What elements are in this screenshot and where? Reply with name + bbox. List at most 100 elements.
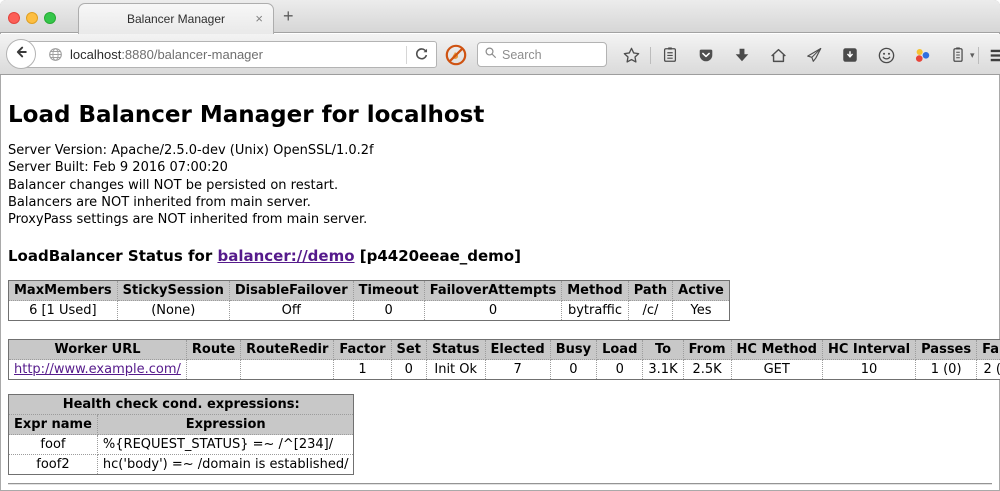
send-plane-icon[interactable]	[804, 45, 824, 65]
reload-button[interactable]	[414, 47, 429, 62]
expression-cell: hc('body') =~ /domain is established/	[97, 455, 354, 475]
to-cell: 3.1K	[643, 360, 683, 380]
url-bar[interactable]: localhost:8880/balancer-manager	[21, 41, 437, 68]
disablefailover-cell: Off	[229, 301, 353, 321]
server-version-line: Server Version: Apache/2.5.0-dev (Unix) …	[8, 142, 992, 159]
page-content: Load Balancer Manager for localhost Serv…	[0, 76, 1000, 485]
column-header: Path	[628, 281, 672, 301]
hc-interval-cell: 10	[822, 360, 915, 380]
balancer-demo-link[interactable]: balancer://demo	[217, 247, 354, 265]
browser-window: Balancer Manager × + localhost:8880/bala…	[0, 0, 1000, 491]
toolbar-icons: ▾	[613, 41, 1000, 69]
passes-cell: 1 (0)	[916, 360, 977, 380]
load-cell: 0	[597, 360, 643, 380]
minimize-window-button[interactable]	[26, 12, 38, 24]
column-header: Expr name	[9, 415, 98, 435]
column-header: Set	[391, 340, 426, 360]
expr-name-cell: foof	[9, 435, 98, 455]
column-header: MaxMembers	[9, 281, 118, 301]
status-cell: Init Ok	[426, 360, 485, 380]
column-header: Elected	[485, 340, 550, 360]
column-header: DisableFailover	[229, 281, 353, 301]
method-cell: bytraffic	[562, 301, 628, 321]
search-input[interactable]	[502, 48, 598, 62]
worker-url-cell: http://www.example.com/	[9, 360, 187, 380]
column-header: HC Interval	[822, 340, 915, 360]
column-header: To	[643, 340, 683, 360]
titlebar: Balancer Manager × +	[0, 0, 1000, 33]
clipboard-extension-icon[interactable]	[948, 45, 968, 65]
table-row: foof %{REQUEST_STATUS} =~ /^[234]/	[9, 435, 354, 455]
health-check-table-title: Health check cond. expressions:	[9, 395, 354, 415]
column-header: Fails	[977, 340, 1000, 360]
factor-cell: 1	[334, 360, 391, 380]
worker-table: Worker URL Route RouteRedir Factor Set S…	[8, 339, 1000, 380]
table-header-row: Expr name Expression	[9, 415, 354, 435]
column-header: Busy	[550, 340, 596, 360]
pocket-icon[interactable]	[696, 45, 716, 65]
table-row: 6 [1 Used] (None) Off 0 0 bytraffic /c/ …	[9, 301, 730, 321]
notice-line: Balancer changes will NOT be persisted o…	[8, 177, 992, 194]
page-title: Load Balancer Manager for localhost	[8, 102, 992, 128]
content-blocked-icon[interactable]	[444, 43, 468, 72]
close-window-button[interactable]	[8, 12, 20, 24]
loadbalancer-status-heading: LoadBalancer Status for balancer://demo …	[8, 247, 992, 265]
from-cell: 2.5K	[683, 360, 731, 380]
video-download-icon[interactable]	[840, 45, 860, 65]
column-header: FailoverAttempts	[424, 281, 562, 301]
dropdown-caret-icon[interactable]: ▾	[970, 50, 975, 61]
url-text[interactable]: localhost:8880/balancer-manager	[70, 47, 263, 62]
column-header: RouteRedir	[241, 340, 334, 360]
routeredir-cell	[241, 360, 334, 380]
page-bottom-rule	[8, 483, 992, 485]
server-info: Server Version: Apache/2.5.0-dev (Unix) …	[8, 142, 992, 176]
worker-url-link[interactable]: http://www.example.com/	[14, 362, 181, 377]
back-arrow-icon	[13, 44, 29, 65]
column-header: Method	[562, 281, 628, 301]
hc-method-cell: GET	[731, 360, 822, 380]
toolbar-divider	[978, 47, 979, 64]
server-notices: Balancer changes will NOT be persisted o…	[8, 177, 992, 228]
column-header: HC Method	[731, 340, 822, 360]
busy-cell: 0	[550, 360, 596, 380]
column-header: Worker URL	[9, 340, 187, 360]
site-identity-globe-icon[interactable]	[48, 47, 63, 62]
active-cell: Yes	[673, 301, 730, 321]
column-header: Load	[597, 340, 643, 360]
route-cell	[186, 360, 240, 380]
table-header-row: Worker URL Route RouteRedir Factor Set S…	[9, 340, 1000, 360]
notice-line: Balancers are NOT inherited from main se…	[8, 194, 992, 211]
set-cell: 0	[391, 360, 426, 380]
back-button[interactable]	[6, 39, 36, 69]
column-header: Status	[426, 340, 485, 360]
reading-list-icon[interactable]	[660, 45, 680, 65]
feedback-smiley-icon[interactable]	[876, 45, 896, 65]
column-header: Route	[186, 340, 240, 360]
new-tab-button[interactable]: +	[283, 6, 294, 27]
column-header: Timeout	[353, 281, 424, 301]
toolbar-divider	[650, 47, 651, 64]
downloads-icon[interactable]	[732, 45, 752, 65]
notice-line: ProxyPass settings are NOT inherited fro…	[8, 211, 992, 228]
fails-cell: 2 (0)	[977, 360, 1000, 380]
table-header-row: MaxMembers StickySession DisableFailover…	[9, 281, 730, 301]
status-heading-prefix: LoadBalancer Status for	[8, 247, 217, 265]
column-header: StickySession	[117, 281, 229, 301]
balancer-settings-table: MaxMembers StickySession DisableFailover…	[8, 280, 730, 321]
column-header: From	[683, 340, 731, 360]
zoom-window-button[interactable]	[44, 12, 56, 24]
column-header: Active	[673, 281, 730, 301]
navigation-toolbar: localhost:8880/balancer-manager	[0, 34, 1000, 75]
hamburger-menu-icon[interactable]	[988, 45, 1000, 65]
search-bar[interactable]	[477, 42, 607, 67]
bookmark-star-icon[interactable]	[621, 45, 641, 65]
health-check-table: Health check cond. expressions: Expr nam…	[8, 394, 354, 475]
home-icon[interactable]	[768, 45, 788, 65]
search-magnifier-icon	[484, 46, 497, 64]
browser-tab[interactable]: Balancer Manager ×	[78, 3, 274, 34]
table-row: foof2 hc('body') =~ /domain is establish…	[9, 455, 354, 475]
colored-dots-extension-icon[interactable]	[912, 45, 932, 65]
server-built-line: Server Built: Feb 9 2016 07:00:20	[8, 159, 992, 176]
tab-title: Balancer Manager	[127, 12, 225, 26]
tab-close-icon[interactable]: ×	[255, 12, 263, 26]
